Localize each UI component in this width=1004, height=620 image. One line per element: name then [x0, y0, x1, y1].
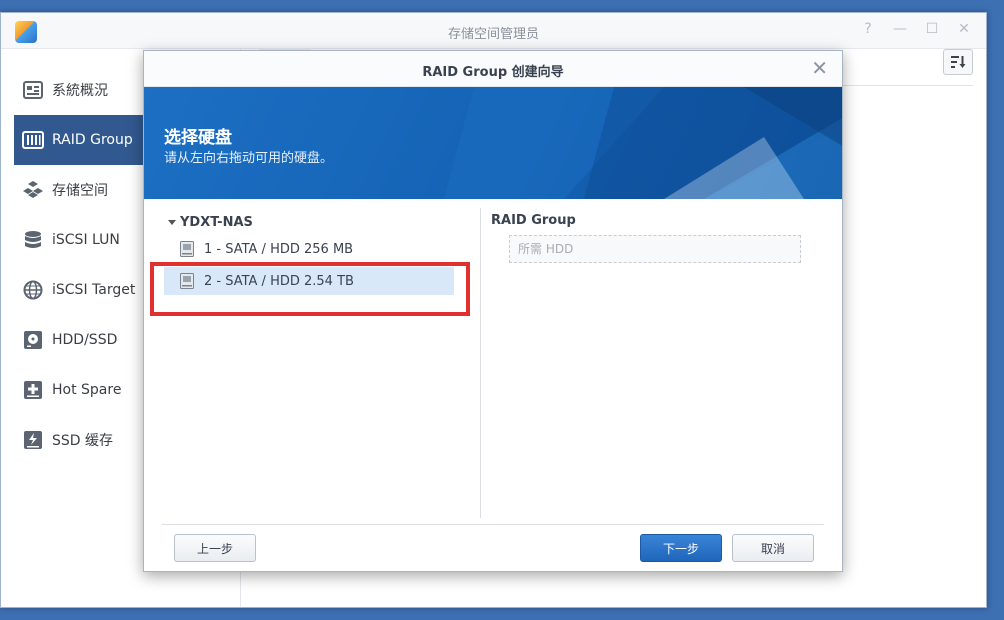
window-controls: ? — ☐ ✕ [860, 21, 972, 37]
close-icon[interactable]: ✕ [811, 58, 828, 78]
raid-drop-zone[interactable]: 所需 HDD [509, 235, 801, 263]
banner-subtitle: 请从左向右拖动可用的硬盘。 [164, 151, 334, 166]
minimize-icon[interactable]: — [892, 21, 908, 37]
sidebar-item-hdd-ssd[interactable]: HDD/SSD [14, 315, 146, 365]
help-icon[interactable]: ? [860, 21, 876, 37]
overview-icon [22, 79, 44, 101]
disk-label: 1 - SATA / HDD 256 MB [204, 241, 354, 257]
maximize-icon[interactable]: ☐ [924, 21, 940, 37]
banner-title: 选择硬盘 [164, 128, 232, 148]
raid-icon [22, 129, 44, 151]
disk-group-header[interactable]: YDXT-NAS [168, 215, 253, 230]
red-highlight-annotation [150, 262, 470, 316]
sidebar-item-label: iSCSI LUN [52, 232, 120, 248]
sidebar-item-label: RAID Group [52, 132, 133, 148]
sidebar-item-label: SSD 缓存 [52, 433, 114, 449]
banner-decoration [444, 87, 842, 199]
available-disks-panel: YDXT-NAS 1 - SATA / HDD 256 MB 2 - SATA … [162, 211, 462, 531]
hdd-icon [22, 329, 44, 351]
hdd-icon [180, 241, 194, 257]
modal-header: RAID Group 创建向导 ✕ [144, 51, 842, 87]
modal-title: RAID Group 创建向导 [422, 65, 564, 80]
sidebar-item-overview[interactable]: 系統概況 [14, 65, 146, 115]
raid-group-wizard-dialog: RAID Group 创建向导 ✕ 选择硬盘 请从左向右拖动可用的硬盘。 YDX… [143, 50, 843, 572]
storage-cubes-icon [22, 179, 44, 201]
disk-group-name: YDXT-NAS [180, 215, 253, 230]
sidebar-item-label: 存储空间 [52, 183, 108, 199]
footer-divider [162, 524, 824, 525]
sidebar-item-raid-group[interactable]: RAID Group [14, 115, 146, 165]
database-icon [22, 229, 44, 251]
raid-group-title: RAID Group [491, 213, 576, 228]
sidebar-item-label: iSCSI Target [52, 282, 136, 298]
close-icon[interactable]: ✕ [956, 21, 972, 37]
sidebar-item-storage[interactable]: 存储空间 [14, 165, 146, 215]
cancel-button[interactable]: 取消 [732, 534, 814, 562]
next-button[interactable]: 下一步 [640, 534, 722, 562]
globe-icon [22, 279, 44, 301]
disk-item[interactable]: 1 - SATA / HDD 256 MB [164, 235, 454, 263]
sidebar-item-iscsi-target[interactable]: iSCSI Target [14, 265, 146, 315]
sidebar-item-iscsi-lun[interactable]: iSCSI LUN [14, 215, 146, 265]
sidebar-item-label: 系統概況 [52, 83, 108, 99]
wizard-banner: 选择硬盘 请从左向右拖动可用的硬盘。 [144, 87, 842, 199]
sidebar-item-hot-spare[interactable]: Hot Spare [14, 365, 146, 415]
app-titlebar: 存储空间管理员 ? — ☐ ✕ [1, 13, 986, 49]
back-button[interactable]: 上一步 [174, 534, 256, 562]
hot-spare-plus-icon [22, 379, 44, 401]
app-title: 存储空间管理员 [447, 27, 539, 42]
sort-icon [951, 56, 966, 68]
sort-button[interactable] [943, 49, 973, 75]
sidebar-item-ssd-cache[interactable]: SSD 缓存 [14, 415, 146, 465]
sidebar-item-label: HDD/SSD [52, 332, 118, 348]
sidebar-item-label: Hot Spare [52, 382, 122, 398]
caret-down-icon [168, 220, 176, 225]
panel-divider [480, 208, 481, 518]
ssd-cache-icon [22, 429, 44, 451]
